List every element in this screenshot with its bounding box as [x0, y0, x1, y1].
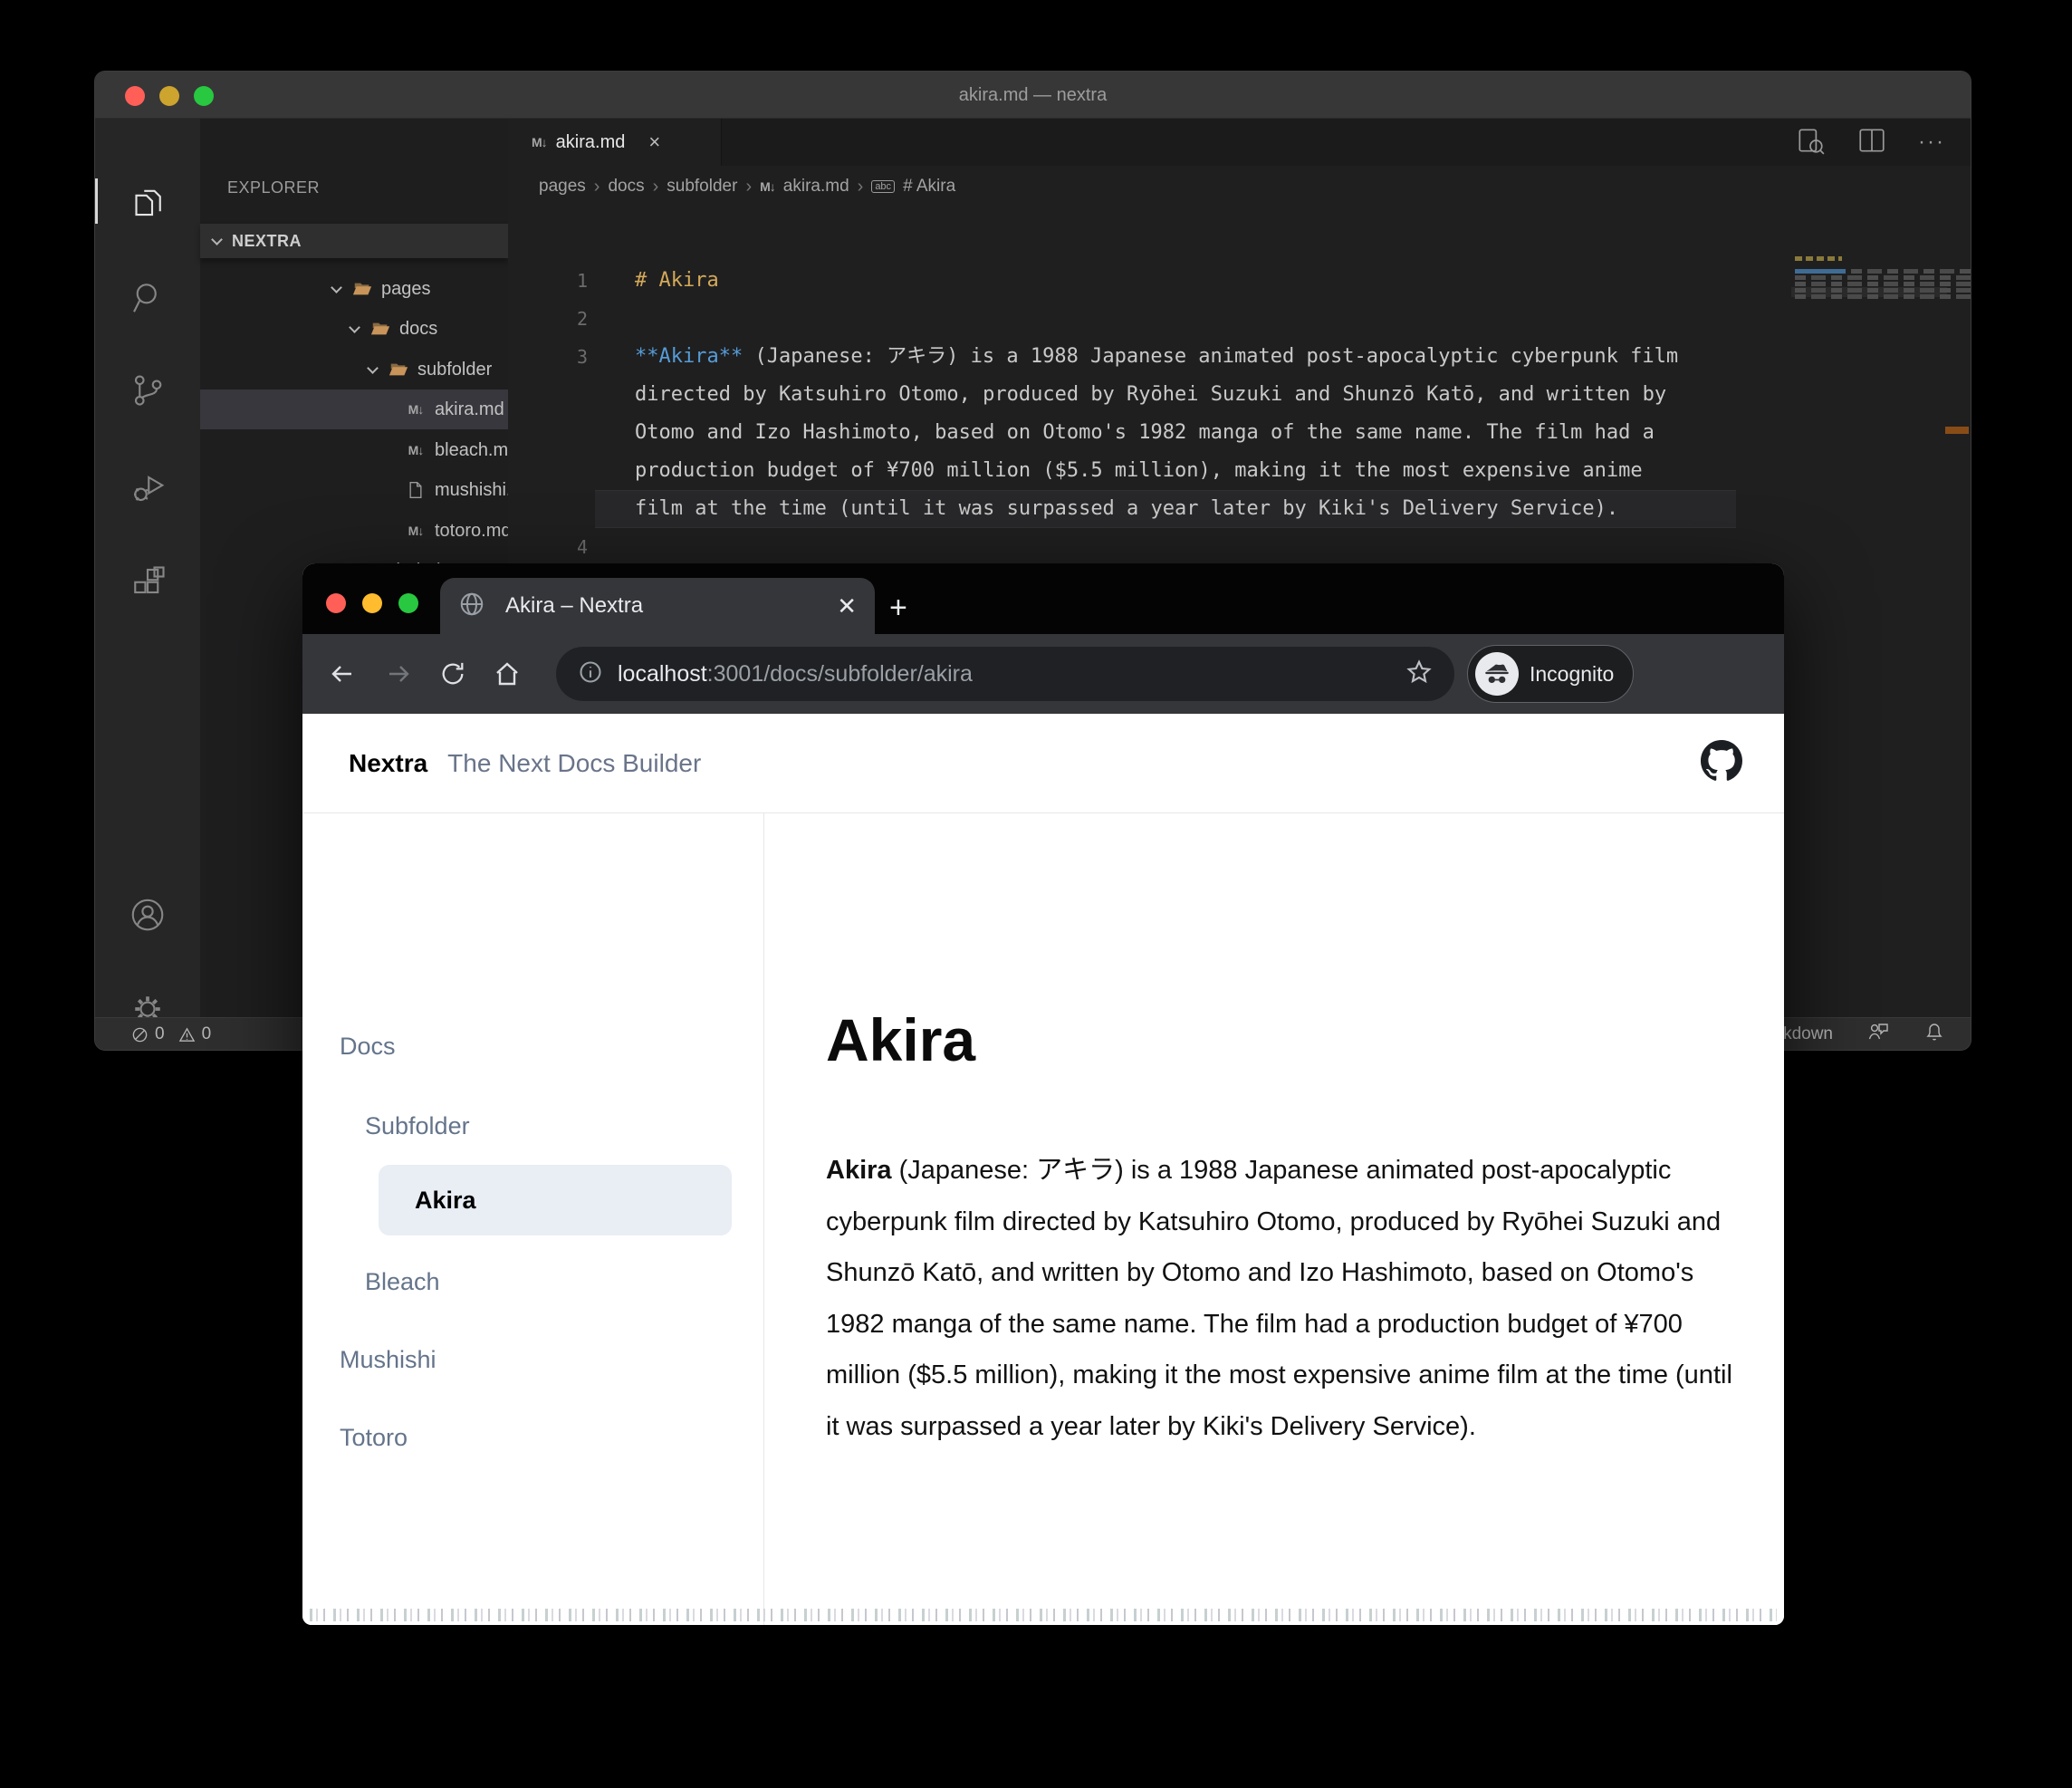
markdown-icon: M↓	[760, 179, 776, 194]
symbol-text-icon: abc	[871, 180, 896, 193]
sidebar-item-bleach[interactable]: Bleach	[365, 1268, 440, 1296]
tab-akira-md[interactable]: M↓ akira.md ×	[508, 119, 722, 166]
nextra-page: Nextra The Next Docs Builder Docs Subfol…	[302, 714, 1784, 1625]
new-tab-button[interactable]: +	[889, 591, 907, 626]
code-line[interactable]: directed by Katsuhiro Otomo, produced by…	[635, 376, 1666, 414]
screen-artifact	[310, 1609, 1777, 1621]
tab-title: Akira – Nextra	[505, 593, 644, 618]
close-tab-icon[interactable]: ×	[648, 130, 660, 154]
github-icon[interactable]	[1701, 740, 1742, 786]
url-text[interactable]: localhost:3001/docs/subfolder/akira	[618, 661, 973, 687]
explorer-icon[interactable]	[130, 183, 166, 219]
line-number: 1	[576, 270, 588, 292]
incognito-indicator: Incognito	[1467, 645, 1634, 703]
line-number: 4	[576, 536, 588, 558]
minimize-traffic-light[interactable]	[362, 593, 382, 613]
page-title: Akira	[826, 1006, 976, 1073]
code-line[interactable]: Otomo and Izo Hashimoto, based on Otomo'…	[635, 414, 1655, 452]
code-line[interactable]: production budget of ¥700 million ($5.5 …	[635, 452, 1643, 490]
tree-item-totoro-md[interactable]: M↓ totoro.md	[200, 511, 512, 551]
feedback-icon[interactable]	[1867, 1021, 1889, 1048]
close-traffic-light[interactable]	[326, 593, 346, 613]
problems-status[interactable]: 0 0	[131, 1018, 211, 1050]
site-tagline: The Next Docs Builder	[447, 748, 702, 777]
minimap[interactable]	[1791, 255, 1971, 399]
editor-tab-bar: M↓ akira.md × ···	[508, 119, 1971, 166]
tree-item-docs[interactable]: docs	[200, 309, 508, 349]
vscode-titlebar[interactable]: akira.md — nextra	[95, 72, 1971, 119]
chevron-down-icon	[349, 321, 360, 333]
globe-icon	[458, 591, 485, 622]
tree-item-pages[interactable]: pages	[200, 269, 508, 309]
article-paragraph: Akira (Japanese: アキラ) is a 1988 Japanese…	[826, 1156, 1732, 1441]
code-line[interactable]: **Akira** (Japanese: アキラ) is a 1988 Japa…	[635, 338, 1678, 376]
zoom-traffic-light[interactable]	[398, 593, 418, 613]
overview-ruler-marker	[1945, 427, 1969, 434]
forward-icon[interactable]	[380, 656, 417, 692]
markdown-icon: M↓	[408, 524, 425, 538]
minimap-bold-chip	[1795, 269, 1846, 274]
sidebar-divider	[763, 813, 764, 1625]
browser-toolbar: localhost:3001/docs/subfolder/akira Inco…	[302, 634, 1784, 714]
run-debug-icon[interactable]	[130, 468, 166, 505]
search-icon[interactable]	[130, 279, 166, 315]
home-icon[interactable]	[489, 656, 525, 692]
active-view-indicator	[95, 178, 98, 224]
line-number: 3	[576, 346, 588, 368]
error-icon	[132, 1027, 148, 1042]
close-tab-icon[interactable]: ✕	[837, 592, 857, 620]
extensions-icon[interactable]	[130, 565, 166, 601]
reload-icon[interactable]	[435, 656, 471, 692]
browser-window: Akira – Nextra ✕ + localhost:3001/docs/s…	[302, 563, 1784, 1625]
browser-tab-bar: Akira – Nextra ✕ +	[302, 563, 1784, 634]
more-actions-icon[interactable]: ···	[1918, 130, 1945, 155]
tree-item-bleach-md[interactable]: M↓ bleach.md	[200, 430, 519, 470]
sidebar-item-akira[interactable]: Akira	[415, 1187, 476, 1215]
markdown-icon: M↓	[532, 135, 548, 149]
back-icon[interactable]	[324, 656, 360, 692]
sidebar-item-mushishi[interactable]: Mushishi	[340, 1346, 436, 1374]
tree-item-subfolder[interactable]: subfolder	[200, 350, 508, 389]
tree-item-akira-md[interactable]: M↓ akira.md	[200, 389, 508, 429]
workspace-root-header[interactable]: NEXTRA	[200, 224, 508, 258]
markdown-icon: M↓	[408, 443, 425, 457]
site-info-icon[interactable]	[578, 659, 603, 689]
folder-open-icon	[351, 278, 373, 300]
activity-bar	[95, 119, 200, 1022]
code-line[interactable]: # Akira	[635, 262, 719, 300]
sidebar-item-docs[interactable]: Docs	[340, 1033, 396, 1061]
window-title: akira.md — nextra	[958, 85, 1108, 105]
folder-open-icon	[388, 359, 409, 380]
source-control-icon[interactable]	[130, 372, 166, 409]
chevron-down-icon	[331, 281, 342, 293]
site-header: Nextra The Next Docs Builder	[302, 714, 1784, 813]
sidebar-item-subfolder[interactable]: Subfolder	[365, 1112, 470, 1140]
chevron-down-icon	[367, 361, 379, 374]
open-preview-icon[interactable]	[1795, 125, 1826, 160]
folder-open-icon	[369, 318, 391, 340]
browser-tab-active[interactable]: Akira – Nextra ✕	[440, 578, 875, 634]
explorer-header: EXPLORER	[227, 178, 321, 197]
site-brand[interactable]: Nextra	[349, 749, 427, 778]
sidebar-item-totoro[interactable]: Totoro	[340, 1424, 408, 1452]
tree-item-mushishi-mdx[interactable]: mushishi.mdx	[200, 470, 545, 510]
breadcrumb[interactable]: pages › docs › subfolder › M↓ akira.md › abc…	[539, 166, 955, 207]
notifications-bell-icon[interactable]	[1923, 1021, 1945, 1048]
code-line[interactable]: film at the time (until it was surpassed…	[635, 490, 1618, 528]
line-number: 2	[576, 308, 588, 330]
account-icon[interactable]	[130, 897, 166, 933]
address-bar[interactable]: localhost:3001/docs/subfolder/akira	[556, 647, 1454, 701]
markdown-icon: M↓	[408, 402, 425, 417]
bookmark-star-icon[interactable]	[1405, 658, 1433, 690]
file-icon	[405, 479, 427, 501]
warning-icon	[178, 1027, 195, 1042]
incognito-icon	[1475, 652, 1519, 696]
chevron-down-icon	[211, 233, 223, 245]
editor-actions: ···	[1795, 119, 1945, 166]
split-editor-icon[interactable]	[1856, 125, 1887, 160]
